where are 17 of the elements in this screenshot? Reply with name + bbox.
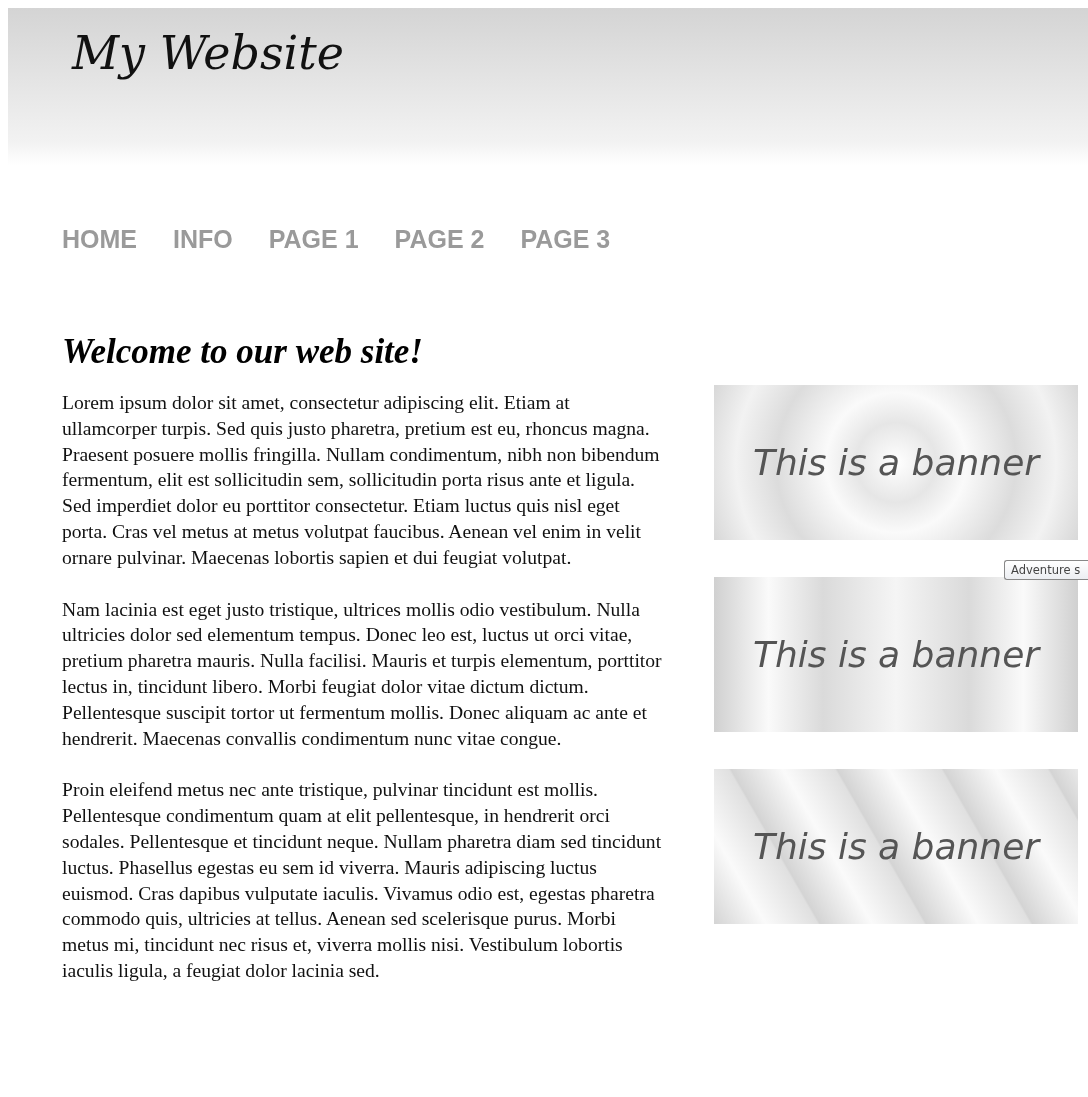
nav-link[interactable]: INFO: [173, 225, 233, 254]
banner-text: This is a banner: [752, 826, 1040, 867]
site-logo: My Website: [72, 26, 344, 80]
page-heading: Welcome to our web site!: [62, 332, 424, 372]
banner[interactable]: This is a banner: [714, 385, 1078, 540]
banner-text: This is a banner: [752, 634, 1040, 675]
paragraph: Proin eleifend metus nec ante tristique, pulvinar tincidunt est mollis. Pellentesque condimentum quam at elit pellentesque, in hendrerit orci sodales. Pellentesque et tincidunt neque. Nullam pharetra diam sed tincidunt luctus. Phasellus egestas eu sem id viverra. Mauris adipiscing luctus euismod. Cras dapibus vulputate iaculis. Vivamus odio est, egestas pharetra commodo quis, ultricies at tellus. Aenean sed scelerisque purus. Morbi metus mi, tincidunt nec risus et, viverra mollis nisi. Vestibulum lobortis iaculis ligula, a feugiat dolor lacinia sed.: [62, 778, 662, 983]
nav-link[interactable]: PAGE 2: [394, 225, 485, 254]
tooltip: Adventure s: [1004, 560, 1088, 580]
nav-link[interactable]: PAGE 1: [268, 225, 359, 254]
nav-link[interactable]: PAGE 3: [520, 225, 611, 254]
paragraph: Nam lacinia est eget justo tristique, ultrices mollis odio vestibulum. Nulla ultricies dolor sed elementum tempus. Donec leo est, luctus ut orci vitae, pretium pharetra mauris. Nulla facilisi. Mauris et turpis elementum, porttitor lectus in, tincidunt libero. Morbi feugiat dolor vitae dictum dictum. Pellentesque suscipit tortor ut fermentum mollis. Donec aliquam ac ante et hendrerit. Maecenas convallis condimentum nunc vitae congue.: [62, 597, 662, 751]
paragraph: Lorem ipsum dolor sit amet, consectetur adipiscing elit. Etiam at ullamcorper turpis. Sed quis justo pharetra, pretium est eu, rhoncus magna. Praesent posuere mollis fringilla. Nullam condimentum, nibh non bibendum fermentum, elit est sollicitudin sem, sollicitudin porta risus ante et ligula. Sed imperdiet dolor eu porttitor consectetur. Etiam luctus quis nisl eget porta. Cras vel metus at metus volutpat faucibus. Aenean vel enim in velit ornare pulvinar. Maecenas lobortis sapien et dui feugiat volutpat.: [62, 391, 661, 570]
banner-text: This is a banner: [752, 442, 1040, 483]
banner[interactable]: This is a banner: [714, 769, 1078, 924]
banner[interactable]: This is a banner: [714, 577, 1078, 732]
nav-link[interactable]: HOME: [62, 225, 137, 254]
